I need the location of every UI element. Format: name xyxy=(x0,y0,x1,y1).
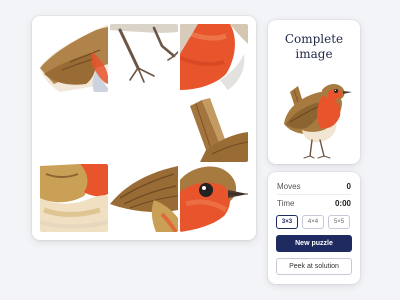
puzzle-tile[interactable] xyxy=(180,94,248,162)
controls-card: Moves 0 Time 0:00 3×3 4×4 5×5 New puzzle… xyxy=(268,172,360,284)
puzzle-tile[interactable] xyxy=(110,24,178,92)
grid-size-5x5-button[interactable]: 5×5 xyxy=(328,215,350,229)
grid-size-4x4-button[interactable]: 4×4 xyxy=(302,215,324,229)
puzzle-tile[interactable] xyxy=(110,164,178,232)
grid-size-3x3-button[interactable]: 3×3 xyxy=(276,215,298,229)
puzzle-board xyxy=(32,16,256,240)
moves-counter: 0 xyxy=(346,181,351,191)
puzzle-tile[interactable] xyxy=(180,24,248,92)
grid-size-selector: 3×3 4×4 5×5 xyxy=(276,215,350,229)
puzzle-tile[interactable] xyxy=(40,24,108,92)
puzzle-tile[interactable] xyxy=(40,164,108,232)
empty-tile-slot xyxy=(40,94,108,162)
time-row: Time 0:00 xyxy=(277,197,351,209)
time-label: Time xyxy=(277,198,295,208)
new-puzzle-button[interactable]: New puzzle xyxy=(276,235,352,252)
divider xyxy=(277,194,351,195)
peek-solution-button[interactable]: Peek at solution xyxy=(276,258,352,275)
preview-card: Complete image xyxy=(268,20,360,164)
moves-row: Moves 0 xyxy=(277,180,351,192)
puzzle-tile[interactable] xyxy=(180,164,248,232)
robin-preview-image xyxy=(284,84,352,159)
puzzle-tile[interactable] xyxy=(110,94,178,162)
moves-label: Moves xyxy=(277,181,301,191)
preview-title: Complete image xyxy=(284,32,344,61)
timer: 0:00 xyxy=(334,198,351,208)
